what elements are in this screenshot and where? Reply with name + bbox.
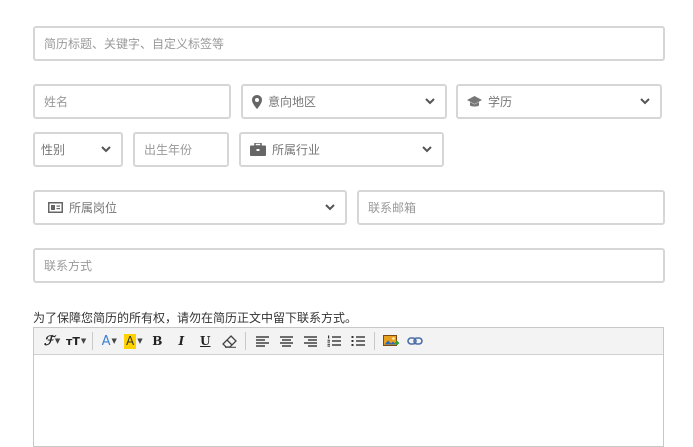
- caret-down-icon: ▼: [137, 337, 143, 345]
- bold-button[interactable]: B: [147, 331, 167, 351]
- education-select[interactable]: 学历: [456, 84, 662, 119]
- align-right-icon: [303, 335, 317, 347]
- gender-select[interactable]: 性别: [33, 132, 123, 167]
- align-center-button[interactable]: [276, 331, 296, 351]
- resume-body-editor[interactable]: ℱ ▼ тT ▼ A ▼ A ▼ B I U: [33, 327, 664, 447]
- link-icon: [407, 336, 424, 346]
- insert-image-button[interactable]: [381, 331, 401, 351]
- position-label: 所属岗位: [69, 201, 118, 215]
- contact-field[interactable]: [33, 248, 665, 283]
- chevron-down-icon: [100, 144, 112, 156]
- name-input[interactable]: [44, 86, 220, 117]
- ordered-list-icon: [327, 335, 342, 347]
- align-center-icon: [279, 335, 293, 347]
- chevron-down-icon: [421, 144, 433, 156]
- chevron-down-icon: [424, 96, 436, 108]
- caret-down-icon: ▼: [54, 337, 61, 345]
- italic-icon: I: [178, 334, 185, 348]
- contact-input[interactable]: [44, 250, 654, 281]
- font-family-button[interactable]: ℱ ▼: [42, 331, 62, 351]
- toolbar-divider: [92, 332, 94, 350]
- industry-label: 所属行业: [272, 143, 321, 157]
- birth-year-field[interactable]: [133, 132, 229, 167]
- editor-content-area[interactable]: [34, 355, 663, 447]
- privacy-notice: 为了保障您简历的所有权，请勿在简历正文中留下联系方式。: [33, 311, 358, 325]
- resume-title-field[interactable]: [33, 26, 665, 61]
- location-pin-icon: [252, 94, 262, 109]
- font-size-button[interactable]: тT ▼: [66, 331, 86, 351]
- align-left-button[interactable]: [252, 331, 272, 351]
- insert-image-icon: [383, 334, 400, 348]
- education-label: 学历: [488, 95, 513, 109]
- font-color-icon: A: [101, 333, 111, 349]
- editor-toolbar: ℱ ▼ тT ▼ A ▼ A ▼ B I U: [34, 328, 663, 355]
- font-size-icon: тT: [66, 334, 80, 348]
- italic-button[interactable]: I: [171, 331, 191, 351]
- clear-format-button[interactable]: [219, 331, 239, 351]
- highlight-color-button[interactable]: A ▼: [123, 331, 143, 351]
- underline-button[interactable]: U: [195, 331, 215, 351]
- gender-label: 性别: [41, 143, 66, 157]
- desired-region-select[interactable]: 意向地区: [241, 84, 447, 119]
- name-field[interactable]: [33, 84, 231, 119]
- toolbar-divider: [245, 332, 247, 350]
- unordered-list-icon: [351, 335, 366, 347]
- caret-down-icon: ▼: [111, 337, 117, 345]
- desired-region-label: 意向地区: [268, 95, 317, 109]
- briefcase-icon: [250, 143, 266, 156]
- unordered-list-button[interactable]: [348, 331, 368, 351]
- bold-icon: B: [152, 334, 163, 348]
- highlight-color-icon: A: [123, 333, 137, 349]
- graduation-cap-icon: [467, 95, 482, 108]
- position-select[interactable]: 所属岗位: [33, 190, 347, 225]
- underline-icon: U: [200, 334, 211, 348]
- chevron-down-icon: [324, 202, 336, 214]
- caret-down-icon: ▼: [80, 337, 87, 345]
- industry-select[interactable]: 所属行业: [239, 132, 444, 167]
- insert-link-button[interactable]: [405, 331, 425, 351]
- eraser-icon: [221, 334, 237, 348]
- toolbar-divider: [374, 332, 376, 350]
- birth-year-input[interactable]: [144, 134, 218, 165]
- ordered-list-button[interactable]: [324, 331, 344, 351]
- email-input[interactable]: [368, 192, 654, 223]
- email-field[interactable]: [357, 190, 665, 225]
- font-color-button[interactable]: A ▼: [99, 331, 119, 351]
- chevron-down-icon: [639, 96, 651, 108]
- align-right-button[interactable]: [300, 331, 320, 351]
- font-family-icon: ℱ: [43, 333, 54, 349]
- resume-title-input[interactable]: [44, 28, 654, 59]
- align-left-icon: [255, 335, 269, 347]
- id-card-icon: [48, 202, 63, 213]
